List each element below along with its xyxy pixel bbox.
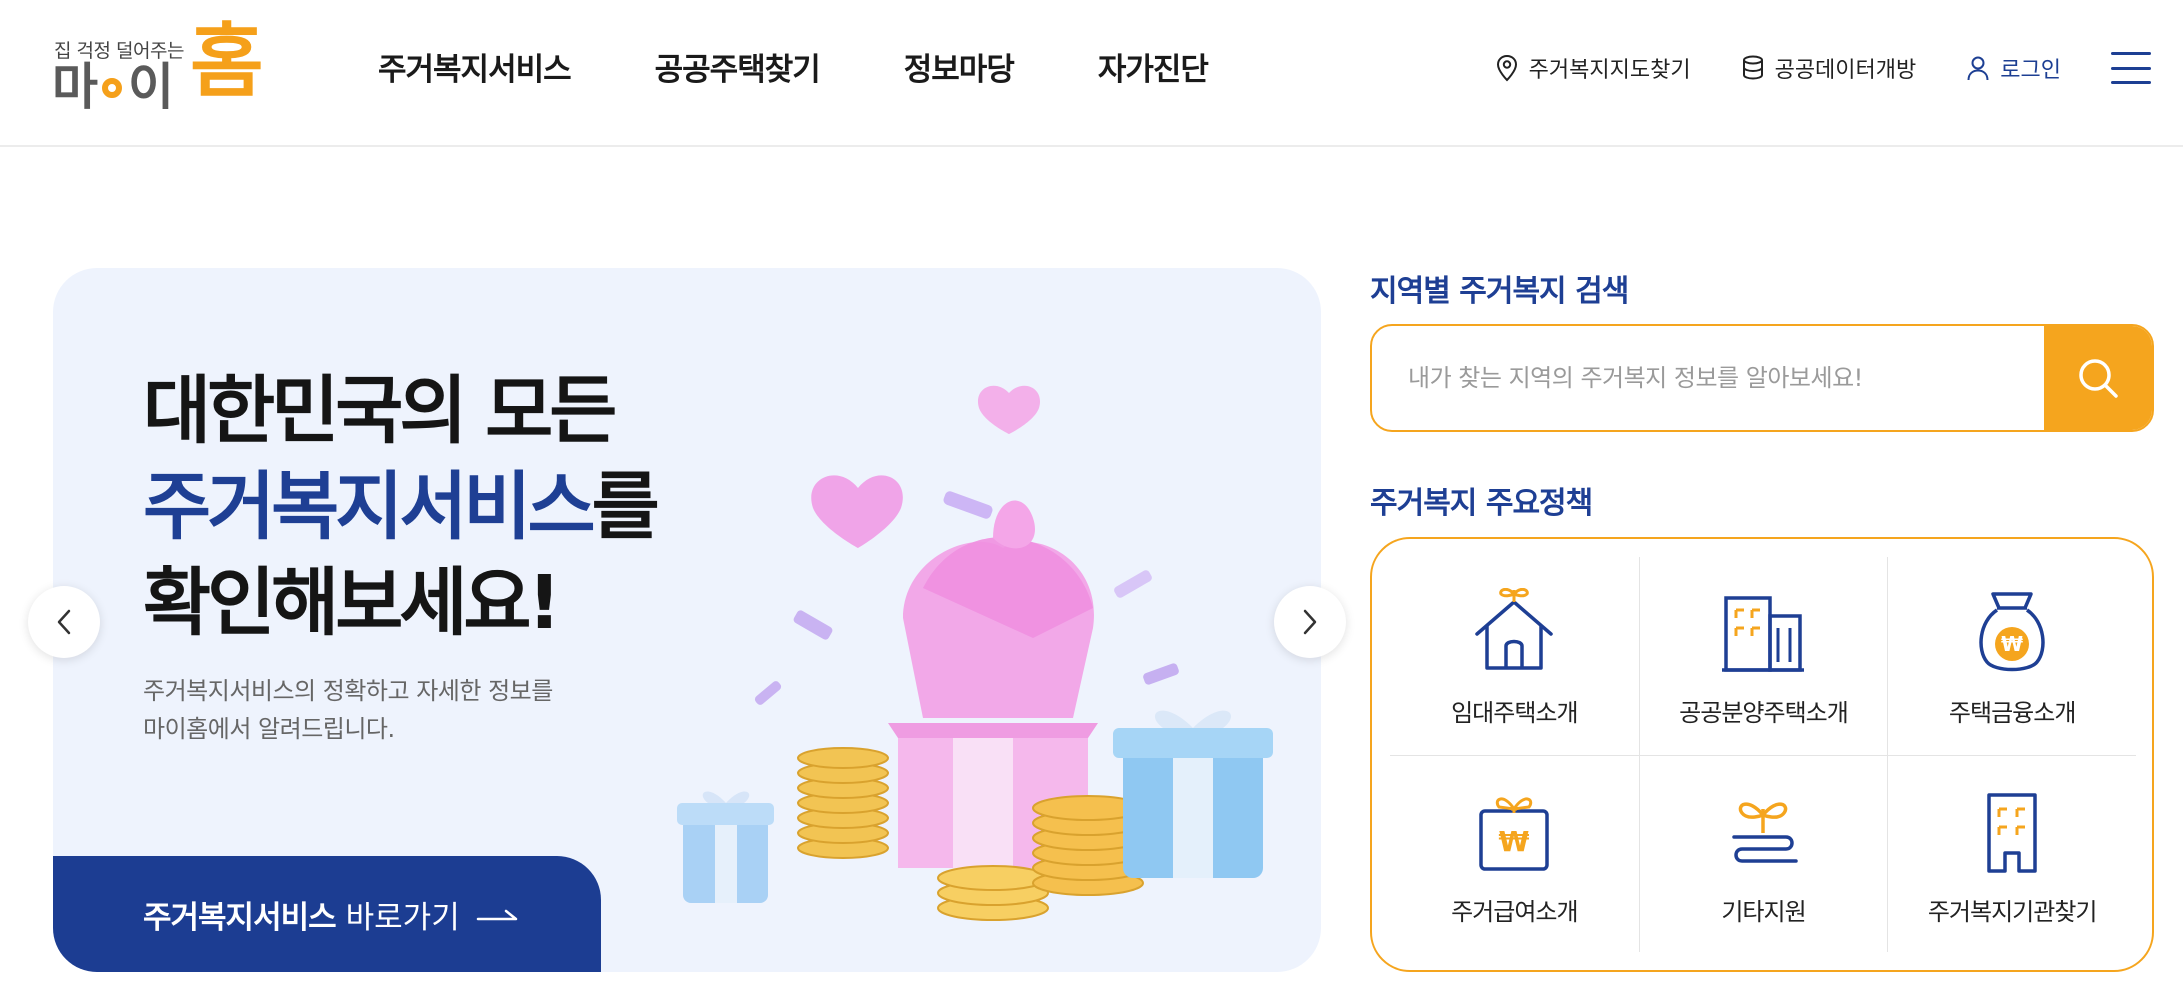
policy-item-welfare-agency-finder[interactable]: 주거복지기관찾기 [1887,754,2136,952]
gift-box-illustration [677,385,1273,921]
main-policy-panel: 임대주택소개 공공분양주택소개 ₩ 주택금융소개 ₩ 주거급여소개 기타지원 주… [1370,537,2154,972]
slide-prev-button[interactable] [28,586,100,658]
hero-title: 대한민국의 모든 주거복지서비스를 확인해보세요! [143,363,660,651]
policy-label: 주택금융소개 [1948,699,2076,727]
buildings-icon [1713,583,1813,683]
search-icon [2079,359,2118,398]
user-icon [1967,56,1989,81]
nav-item-public-housing-search[interactable]: 공공주택찾기 [655,44,821,89]
hero-desc-line2: 마이홈에서 알려드립니다. [143,715,395,743]
hamburger-menu-icon[interactable] [2111,52,2151,84]
hero-desc-line1: 주거복지서비스의 정확하고 자세한 정보를 [143,677,553,705]
policy-item-rental-housing[interactable]: 임대주택소개 [1390,557,1639,755]
logo-dot-icon [102,78,122,98]
login-label: 로그인 [2000,58,2061,83]
nav-item-self-diagnosis[interactable]: 자가진단 [1098,44,1209,89]
hero-title-accent: 주거복지서비스 [143,464,596,550]
policy-item-public-sale-housing[interactable]: 공공분양주택소개 [1638,557,1888,755]
policy-item-housing-benefit[interactable]: ₩ 주거급여소개 [1390,754,1639,953]
nav-item-info-plaza[interactable]: 정보마당 [904,44,1015,89]
hero-title-line1: 대한민국의 모든 [143,368,617,454]
nav-item-housing-welfare-service[interactable]: 주거복지서비스 [378,44,572,89]
hero-description: 주거복지서비스의 정확하고 자세한 정보를 마이홈에서 알려드립니다. [143,672,553,748]
main-nav: 주거복지서비스 공공주택찾기 정보마당 자가진단 [378,44,1292,89]
welfare-map-link[interactable]: 주거복지지도찾기 [1495,52,1691,84]
regional-search-input[interactable] [1372,326,2047,430]
site-header: 집 걱정 덜어주는 마이 홈 주거복지서비스 공공주택찾기 정보마당 자가진단 … [0,0,2183,147]
hero-cta-text: 바로가기 [345,899,460,936]
logo-text-i: 이 [128,58,174,116]
hero-cta-bold: 주거복지서비스 [143,899,337,936]
policy-label: 공공분양주택소개 [1679,699,1849,727]
regional-search-title: 지역별 주거복지 검색 [1370,274,1629,309]
hero-title-line2: 주거복지서비스를 [143,459,660,555]
logo-wordmark: 마이 [52,62,174,112]
svg-text:₩: ₩ [1499,825,1530,858]
hero-shortcut-button[interactable]: 주거복지서비스 바로가기 [53,856,601,972]
hero-title-suffix: 를 [591,464,660,550]
svg-text:₩: ₩ [2001,632,2023,656]
policy-label: 주거복지기관찾기 [1927,897,2098,926]
policy-label: 주거급여소개 [1451,897,1578,926]
gift-won-icon: ₩ [1464,782,1564,882]
chevron-right-icon [1303,609,1317,635]
slide-next-button[interactable] [1274,586,1346,658]
arrow-right-icon [476,909,517,921]
chevron-left-icon [57,609,71,635]
utility-links: 주거복지지도찾기 공공데이터개방 로그인 [1495,48,2183,88]
policy-label: 임대주택소개 [1451,699,1578,727]
logo-home-text: 홈 [190,15,264,108]
logo[interactable]: 집 걱정 덜어주는 마이 홈 [52,22,264,113]
open-data-label: 공공데이터개방 [1774,58,1917,83]
welfare-map-label: 주거복지지도찾기 [1528,58,1691,83]
money-bag-icon: ₩ [1962,583,2062,683]
database-icon [1742,55,1763,80]
open-data-link[interactable]: 공공데이터개방 [1741,52,1917,84]
hero-title-line3: 확인해보세요! [143,560,561,646]
sprout-hand-icon [1713,782,1813,882]
login-link[interactable]: 로그인 [1966,52,2061,84]
policy-grid: 임대주택소개 공공분양주택소개 ₩ 주택금융소개 ₩ 주거급여소개 기타지원 주… [1390,557,2136,952]
house-sprout-icon [1464,583,1564,683]
policy-item-housing-finance[interactable]: ₩ 주택금융소개 [1887,557,2136,755]
search-button[interactable] [2044,326,2152,430]
policy-item-other-support[interactable]: 기타지원 [1638,754,1888,952]
hero-banner: 대한민국의 모든 주거복지서비스를 확인해보세요! 주거복지서비스의 정확하고 … [53,268,1321,972]
logo-text-ma: 마 [52,58,98,116]
main-policy-title: 주거복지 주요정책 [1370,486,1593,521]
policy-label: 기타지원 [1721,897,1806,926]
regional-search-box [1370,324,2154,432]
office-building-icon [1962,782,2062,882]
map-pin-icon [1496,54,1517,82]
